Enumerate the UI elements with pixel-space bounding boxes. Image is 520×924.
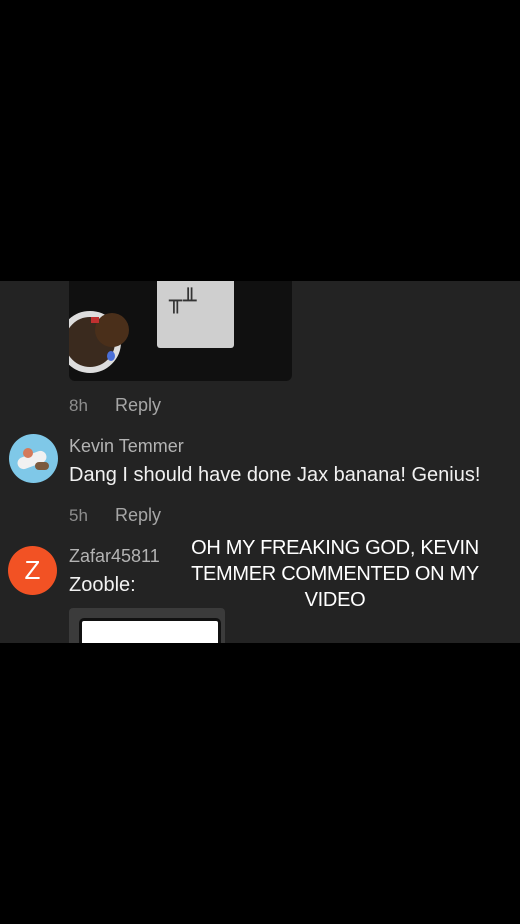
comment-username[interactable]: Kevin Temmer — [69, 436, 184, 457]
avatar[interactable] — [9, 434, 58, 483]
avatar[interactable]: Z — [8, 546, 57, 595]
comment-text: Dang I should have done Jax banana! Geni… — [69, 464, 481, 486]
reply-button[interactable]: Reply — [115, 505, 161, 526]
comment-text: Zooble: — [69, 574, 136, 596]
avatar-detail — [35, 462, 49, 470]
image-mark: ╥╨ — [169, 289, 198, 314]
comment-username[interactable]: Zafar45811 — [69, 546, 160, 567]
comment-timestamp: 8h — [69, 396, 88, 415]
comment-timestamp: 5h — [69, 506, 88, 525]
image-detail — [95, 313, 129, 347]
reply-button[interactable]: Reply — [115, 395, 161, 416]
avatar-detail — [23, 448, 33, 458]
image-detail — [91, 317, 99, 323]
image-detail — [79, 618, 221, 643]
video-caption: OH MY FREAKING GOD, KEVIN TEMMER COMMENT… — [191, 537, 479, 611]
image-detail: ╥╨ — [157, 281, 234, 348]
comment-image-thumbnail[interactable]: ╥╨ — [69, 281, 292, 381]
image-detail — [107, 351, 115, 361]
comment-image-thumbnail[interactable] — [69, 608, 225, 643]
